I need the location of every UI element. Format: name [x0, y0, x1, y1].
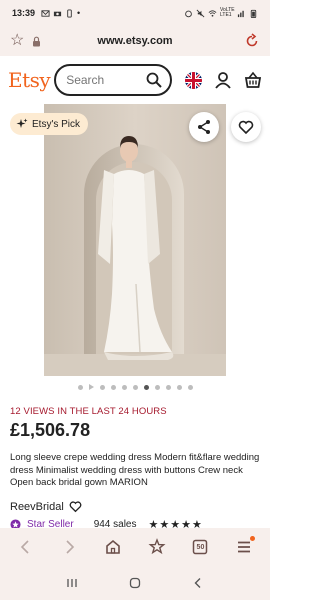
reload-icon[interactable]	[244, 33, 260, 49]
carousel-dot[interactable]	[121, 384, 127, 390]
image-carousel-dots	[0, 383, 270, 391]
status-system-icons: VoLTE LTE1	[184, 8, 258, 18]
tab-count: 50	[196, 543, 205, 551]
wifi-icon	[208, 9, 217, 17]
etsy-logo[interactable]: Etsy	[8, 68, 51, 92]
phone-icon	[67, 8, 72, 18]
etsys-pick-badge: Etsy's Pick	[10, 113, 89, 135]
status-notification-icons: •	[41, 8, 80, 18]
shop-name[interactable]: ReevBridal	[10, 501, 64, 513]
forward-icon[interactable]	[60, 538, 78, 556]
mail-icon	[41, 9, 50, 17]
browser-toolbar: 50	[0, 528, 270, 566]
favorite-shop-heart-icon[interactable]	[69, 500, 82, 513]
browser-address-bar: www.etsy.com ☆	[0, 26, 270, 56]
carousel-dot[interactable]	[187, 384, 193, 390]
home-button-icon[interactable]	[128, 576, 142, 590]
carousel-dot[interactable]	[176, 384, 182, 390]
lock-icon[interactable]	[32, 36, 41, 47]
network-label: VoLTE LTE1	[220, 7, 235, 18]
menu-notification-dot	[250, 536, 256, 541]
share-icon	[198, 120, 210, 134]
carousel-dot[interactable]	[110, 384, 116, 390]
carousel-dot-active[interactable]	[143, 384, 149, 390]
carousel-dot[interactable]	[77, 384, 83, 390]
system-back-icon[interactable]	[191, 576, 205, 590]
more-notifications-icon: •	[77, 8, 81, 18]
signal-icon	[237, 10, 244, 17]
alarm-icon	[185, 10, 192, 17]
video-play-icon[interactable]	[88, 384, 94, 390]
carousel-dot[interactable]	[132, 384, 138, 390]
home-icon[interactable]	[104, 538, 122, 556]
shop-row: ReevBridal	[10, 500, 82, 513]
heart-icon	[238, 120, 254, 135]
back-icon[interactable]	[17, 538, 35, 556]
status-bar: 13:39 • VoLTE LTE1	[0, 0, 270, 26]
basket-icon[interactable]	[244, 71, 262, 89]
tabs-button[interactable]: 50	[191, 538, 209, 556]
bookmark-star-icon[interactable]: ☆	[10, 33, 24, 49]
dress-photo	[44, 104, 226, 376]
badge-label: Etsy's Pick	[32, 118, 81, 130]
recent-apps-icon[interactable]	[65, 576, 79, 590]
system-navigation-bar	[0, 566, 270, 600]
bookmarks-icon[interactable]	[148, 538, 166, 556]
search-icon[interactable]	[146, 72, 162, 88]
sparkle-icon	[16, 118, 28, 128]
carousel-dot[interactable]	[165, 384, 171, 390]
status-time: 13:39	[12, 8, 36, 18]
carousel-dot[interactable]	[99, 384, 105, 390]
search-input[interactable]	[66, 73, 147, 87]
site-header: Etsy	[0, 56, 270, 104]
header-icons	[185, 71, 262, 89]
screen: 13:39 • VoLTE LTE1 www.etsy.com ☆ Etsy S…	[0, 0, 270, 600]
mute-icon	[196, 9, 205, 17]
uk-flag-icon[interactable]	[185, 71, 202, 89]
listing-title: Long sleeve crepe wedding dress Modern f…	[10, 452, 260, 488]
favorite-button[interactable]	[231, 112, 261, 142]
share-button[interactable]	[189, 112, 219, 142]
battery-icon	[250, 9, 257, 18]
account-icon[interactable]	[214, 71, 232, 89]
search-box[interactable]	[54, 64, 173, 96]
listing-image[interactable]	[44, 104, 226, 376]
camera-icon	[53, 11, 62, 16]
price: £1,506.78	[10, 420, 91, 440]
menu-button[interactable]	[235, 536, 256, 556]
carousel-dot[interactable]	[154, 384, 160, 390]
views-count: 12 VIEWS IN THE LAST 24 HOURS	[10, 406, 167, 417]
